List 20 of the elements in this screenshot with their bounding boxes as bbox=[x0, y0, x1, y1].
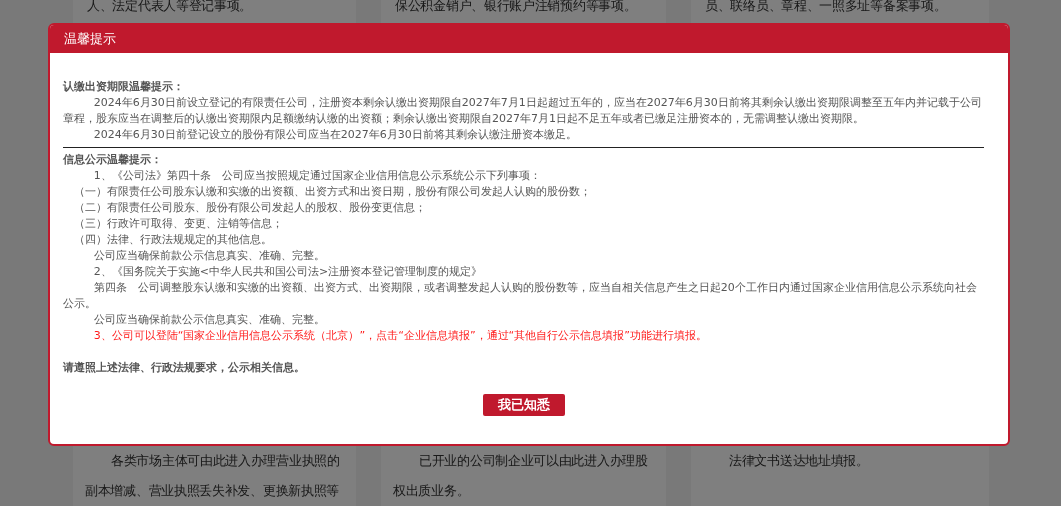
paragraph: 第四条 公司调整股东认缴和实缴的出资额、出资方式、出资期限，或者调整发起人认购的股份数等，应当自相关信息产生之日起20个工作日内通过国家企业信用信息公示系统向社会公示。 bbox=[63, 280, 978, 312]
paragraph: 2、《国务院关于实施<中华人民共和国公司法>注册资本登记管理制度的规定》 bbox=[92, 264, 484, 280]
dialog-title: 温馨提示 bbox=[64, 30, 116, 48]
notice-text: 3、公司可以登陆“国家企业信用信息公示系统（北京）”，点击“企业信息填报”，通过“其他自行公示信息填报”功能进行填报。 bbox=[92, 328, 708, 344]
section-heading: 认缴出资期限温馨提示： bbox=[63, 79, 185, 95]
paragraph: （三）行政许可取得、变更、注销等信息； bbox=[73, 216, 284, 232]
paragraph: （四）法律、行政法规规定的其他信息。 bbox=[73, 232, 273, 248]
acknowledge-button[interactable]: 我已知悉 bbox=[482, 394, 565, 416]
paragraph: 公司应当确保前款公示信息真实、准确、完整。 bbox=[92, 248, 326, 264]
card-text: 已开业的公司制企业可以由此进入办理股权出质业务。 bbox=[393, 452, 649, 500]
section-heading: 信息公示温馨提示： bbox=[63, 152, 163, 168]
card-text: 各类市场主体可由此进入办理营业执照的副本增减、营业执照丢失补发、更换新执照等 bbox=[85, 452, 341, 500]
paragraph: 2024年6月30日前登记设立的股份有限公司应当在2027年6月30日前将其剩余认缴注册资本缴足。 bbox=[92, 127, 578, 143]
closing-text: 请遵照上述法律、行政法规要求，公示相关信息。 bbox=[63, 360, 306, 376]
paragraph: 2024年6月30日前设立登记的有限责任公司，注册资本剩余认缴出资期限自2027年7月1日起超过五年的，应当在2027年6月30日前将其剩余认缴出资期限调整至五年内并记载于公司章程，股东应当在调整后的认缴出资期限内足额缴纳认缴的出资额；剩余认缴出资期限自2027年7月1日起不足五年或者已缴足注册资本的，无需调整认缴出资期限。 bbox=[63, 95, 983, 127]
card-text: 法律文书送达地址填报。 bbox=[728, 452, 870, 470]
paragraph: 1、《公司法》第四十条 公司应当按照规定通过国家企业信用信息公示系统公示下列事项： bbox=[92, 168, 542, 184]
paragraph: （二）有限责任公司股东、股份有限公司发起人的股权、股份变更信息； bbox=[73, 200, 427, 216]
paragraph: （一）有限责任公司股东认缴和实缴的出资额、出资方式和出资日期，股份有限公司发起人认购的股份数； bbox=[73, 184, 592, 200]
paragraph: 公司应当确保前款公示信息真实、准确、完整。 bbox=[92, 312, 326, 328]
